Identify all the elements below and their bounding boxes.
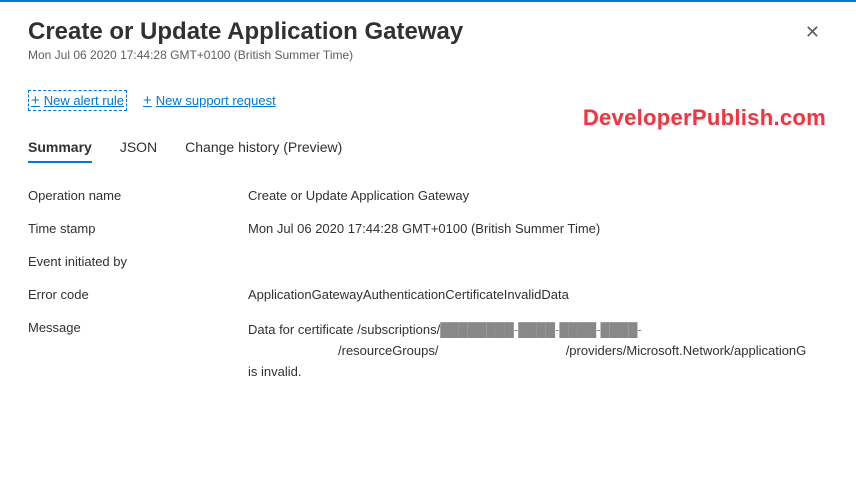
tab-summary[interactable]: Summary xyxy=(28,139,92,163)
page-subtitle: Mon Jul 06 2020 17:44:28 GMT+0100 (Briti… xyxy=(28,48,797,62)
page-title: Create or Update Application Gateway xyxy=(28,18,797,46)
time-stamp-label: Time stamp xyxy=(28,221,248,236)
event-initiated-by-value xyxy=(248,254,828,269)
message-line1: Data for certificate /subscriptions/ xyxy=(248,322,440,337)
detail-row-event-initiated-by: Event initiated by xyxy=(28,254,828,269)
time-stamp-value: Mon Jul 06 2020 17:44:28 GMT+0100 (Briti… xyxy=(248,221,828,236)
new-alert-rule-label: New alert rule xyxy=(44,93,124,108)
tab-json[interactable]: JSON xyxy=(120,139,157,163)
detail-row-time-stamp: Time stamp Mon Jul 06 2020 17:44:28 GMT+… xyxy=(28,221,828,236)
message-line1-redacted: ████████-████-████-████- xyxy=(440,322,642,337)
error-code-label: Error code xyxy=(28,287,248,302)
operation-name-value: Create or Update Application Gateway xyxy=(248,188,828,203)
message-value: Data for certificate /subscriptions/████… xyxy=(248,320,828,382)
new-support-request-link[interactable]: + New support request xyxy=(143,90,276,111)
close-button[interactable]: ✕ xyxy=(797,18,828,47)
detail-row-operation-name: Operation name Create or Update Applicat… xyxy=(28,188,828,203)
message-line2-prefix: /resourceGroups/ xyxy=(338,343,438,358)
message-label: Message xyxy=(28,320,248,382)
message-line2-suffix: /providers/Microsoft.Network/application… xyxy=(566,343,807,358)
tab-change-history[interactable]: Change history (Preview) xyxy=(185,139,342,163)
detail-row-error-code: Error code ApplicationGatewayAuthenticat… xyxy=(28,287,828,302)
new-alert-rule-link[interactable]: + New alert rule xyxy=(28,90,127,111)
error-code-value: ApplicationGatewayAuthenticationCertific… xyxy=(248,287,828,302)
operation-name-label: Operation name xyxy=(28,188,248,203)
event-initiated-by-label: Event initiated by xyxy=(28,254,248,269)
new-support-request-label: New support request xyxy=(156,93,276,108)
plus-icon: + xyxy=(143,92,152,109)
watermark: DeveloperPublish.com xyxy=(583,105,826,131)
message-line3: is invalid. xyxy=(248,362,828,383)
detail-row-message: Message Data for certificate /subscripti… xyxy=(28,320,828,382)
plus-icon: + xyxy=(31,92,40,109)
close-icon: ✕ xyxy=(805,22,820,42)
